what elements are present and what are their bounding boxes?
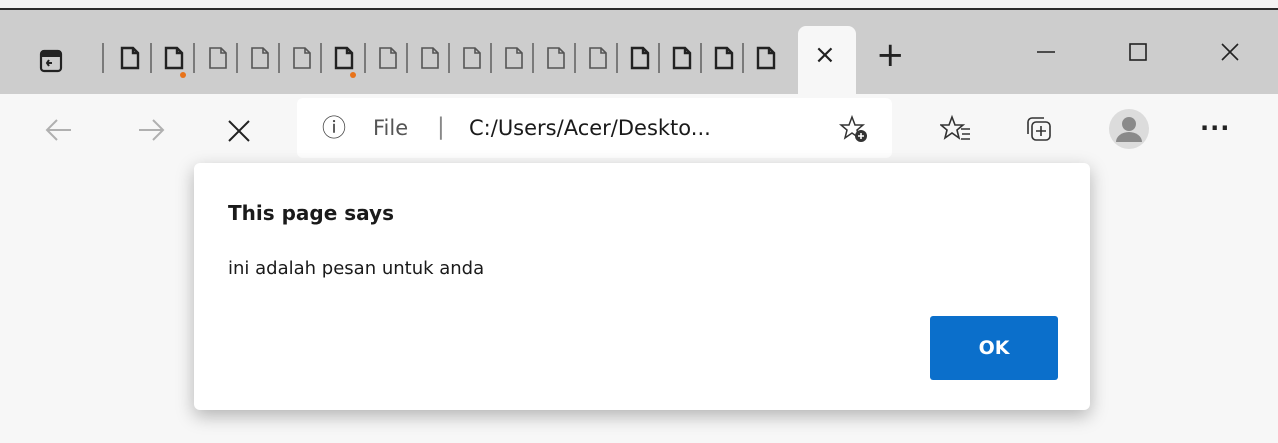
tab-page-icon[interactable] — [330, 44, 358, 72]
tab-separator — [236, 43, 238, 73]
active-tab[interactable]: × — [798, 26, 856, 94]
window-top-edge — [0, 0, 1278, 10]
tab-separator — [278, 43, 280, 73]
maximize-button[interactable] — [1118, 32, 1158, 72]
tab-page-icon[interactable] — [374, 44, 402, 72]
tab-audio-badge — [350, 72, 356, 78]
tab-separator — [574, 43, 576, 73]
tab-page-icon[interactable] — [458, 44, 486, 72]
dialog-title: This page says — [228, 201, 394, 225]
tab-separator — [658, 43, 660, 73]
tab-page-icon[interactable] — [416, 44, 444, 72]
tab-page-icon[interactable] — [542, 44, 570, 72]
add-favorite-icon[interactable] — [839, 114, 869, 144]
tab-separator — [102, 43, 104, 73]
tab-actions-icon[interactable] — [38, 48, 64, 74]
more-menu-button[interactable]: ··· — [1200, 114, 1230, 142]
tab-separator — [150, 43, 152, 73]
tab-page-icon[interactable] — [668, 44, 696, 72]
tab-separator — [490, 43, 492, 73]
address-divider: | — [437, 114, 445, 140]
tab-separator — [700, 43, 702, 73]
site-info-icon[interactable]: ⓘ — [322, 114, 346, 142]
url-text[interactable]: C:/Users/Acer/Deskto... — [469, 116, 711, 140]
ok-button[interactable]: OK — [930, 316, 1058, 380]
tab-separator — [616, 43, 618, 73]
collections-icon[interactable] — [1024, 114, 1054, 144]
maximize-icon — [1129, 43, 1147, 61]
tab-separator — [320, 43, 322, 73]
tab-close-button[interactable]: × — [814, 40, 836, 70]
address-bar[interactable]: ⓘ File | C:/Users/Acer/Deskto... — [297, 98, 892, 158]
tab-separator — [532, 43, 534, 73]
tab-page-icon[interactable] — [116, 44, 144, 72]
tab-page-icon[interactable] — [752, 44, 780, 72]
dialog-message: ini adalah pesan untuk anda — [228, 258, 485, 279]
alert-dialog: This page says ini adalah pesan untuk an… — [194, 163, 1090, 410]
minimize-button[interactable] — [1026, 32, 1066, 72]
tab-page-icon[interactable] — [160, 44, 188, 72]
scheme-label: File — [373, 116, 409, 140]
tab-separator — [742, 43, 744, 73]
tab-page-icon[interactable] — [500, 44, 528, 72]
navigation-toolbar: ⓘ File | C:/Users/Acer/Deskto... ··· — [0, 94, 1278, 166]
tab-separator — [448, 43, 450, 73]
tab-audio-badge — [180, 72, 186, 78]
arrow-left-icon[interactable] — [44, 116, 74, 144]
new-tab-button[interactable]: + — [876, 38, 905, 72]
tab-page-icon[interactable] — [584, 44, 612, 72]
tab-strip: × + — [0, 10, 1278, 94]
tab-page-icon[interactable] — [288, 44, 316, 72]
tab-separator — [193, 43, 195, 73]
favorites-icon[interactable] — [940, 114, 972, 144]
tab-separator — [364, 43, 366, 73]
tab-page-icon[interactable] — [246, 44, 274, 72]
tab-page-icon[interactable] — [626, 44, 654, 72]
tab-page-icon[interactable] — [204, 44, 232, 72]
tab-page-icon[interactable] — [710, 44, 738, 72]
tab-separator — [406, 43, 408, 73]
arrow-right-icon[interactable] — [136, 116, 166, 144]
minimize-icon — [1037, 51, 1055, 53]
close-window-button[interactable] — [1210, 32, 1250, 72]
close-icon — [1221, 43, 1239, 61]
profile-avatar-icon[interactable] — [1108, 108, 1150, 150]
stop-loading-icon[interactable] — [226, 118, 252, 144]
